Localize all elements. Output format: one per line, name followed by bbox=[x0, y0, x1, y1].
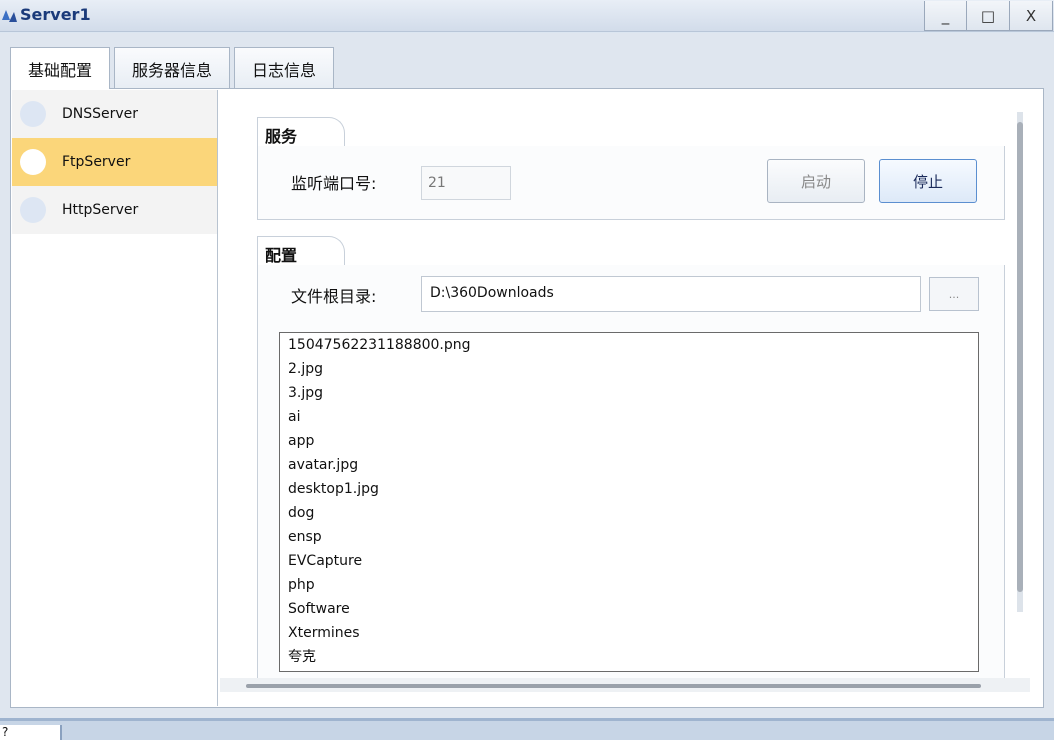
service-group-header: 服务 bbox=[257, 117, 1007, 149]
port-label: 监听端口号: bbox=[291, 174, 377, 193]
list-item[interactable]: 夸克 bbox=[280, 645, 978, 669]
tab-log-info[interactable]: 日志信息 bbox=[234, 47, 335, 89]
tab-basic-config[interactable]: 基础配置 bbox=[10, 47, 111, 89]
list-item[interactable]: Software bbox=[280, 597, 978, 621]
maximize-button[interactable]: □ bbox=[967, 1, 1010, 31]
server-item-label: DNSServer bbox=[62, 106, 139, 122]
server-item-label: FtpServer bbox=[62, 154, 131, 170]
server-item-http[interactable]: HttpServer bbox=[12, 186, 217, 234]
title-bar: Server1 _ □ X bbox=[0, 0, 1054, 32]
file-list[interactable]: 15047562231188800.png 2.jpg 3.jpg ai app… bbox=[279, 332, 979, 672]
list-item[interactable]: dog bbox=[280, 501, 978, 525]
tab-content: DNSServer FtpServer HttpServer 服务 监听端口号:… bbox=[10, 88, 1044, 708]
start-button[interactable]: 启动 bbox=[767, 159, 865, 203]
vertical-scrollbar[interactable] bbox=[1017, 112, 1023, 612]
server-item-label: HttpServer bbox=[62, 202, 139, 218]
server-list: DNSServer FtpServer HttpServer bbox=[12, 90, 218, 706]
stop-button[interactable]: 停止 bbox=[879, 159, 977, 203]
server-item-dns[interactable]: DNSServer bbox=[12, 90, 217, 138]
list-item[interactable]: ensp bbox=[280, 525, 978, 549]
server-status-icon bbox=[20, 197, 46, 223]
list-item[interactable]: app bbox=[280, 429, 978, 453]
tab-server-info[interactable]: 服务器信息 bbox=[114, 47, 231, 89]
list-item[interactable]: EVCapture bbox=[280, 549, 978, 573]
list-item[interactable]: 3.jpg bbox=[280, 381, 978, 405]
vertical-scroll-thumb[interactable] bbox=[1017, 122, 1023, 592]
window-title: Server1 bbox=[20, 5, 91, 24]
list-item[interactable]: desktop1.jpg bbox=[280, 477, 978, 501]
root-dir-label: 文件根目录: bbox=[291, 287, 377, 306]
browse-button[interactable]: ... bbox=[929, 277, 979, 311]
list-item[interactable]: php bbox=[280, 573, 978, 597]
window-controls: _ □ X bbox=[924, 1, 1054, 31]
config-group-title: 配置 bbox=[265, 246, 298, 265]
root-dir-input[interactable]: D:\360Downloads bbox=[421, 276, 921, 312]
server-detail-panel: 服务 监听端口号: 21 启动 停止 配置 文件根目录: D:\360Downl… bbox=[219, 90, 1043, 680]
server-item-ftp[interactable]: FtpServer bbox=[12, 138, 217, 186]
horizontal-scrollbar[interactable] bbox=[220, 678, 1030, 692]
list-item[interactable]: 2.jpg bbox=[280, 357, 978, 381]
list-item[interactable]: avatar.jpg bbox=[280, 453, 978, 477]
minimize-button[interactable]: _ bbox=[924, 1, 967, 31]
horizontal-scroll-thumb[interactable] bbox=[246, 684, 981, 688]
tab-bar: 基础配置 服务器信息 日志信息 bbox=[10, 47, 338, 89]
server-status-icon bbox=[20, 149, 46, 175]
status-bar: ? bbox=[0, 718, 1054, 740]
status-cell: ? bbox=[0, 725, 62, 740]
app-icon bbox=[2, 10, 17, 22]
list-item[interactable]: 15047562231188800.png bbox=[280, 333, 978, 357]
list-item[interactable]: Xtermines bbox=[280, 621, 978, 645]
close-button[interactable]: X bbox=[1010, 1, 1053, 31]
port-input[interactable]: 21 bbox=[421, 166, 511, 200]
service-group-title: 服务 bbox=[265, 127, 298, 146]
list-item[interactable]: ai bbox=[280, 405, 978, 429]
server-status-icon bbox=[20, 101, 46, 127]
config-group-header: 配置 bbox=[257, 236, 1007, 268]
